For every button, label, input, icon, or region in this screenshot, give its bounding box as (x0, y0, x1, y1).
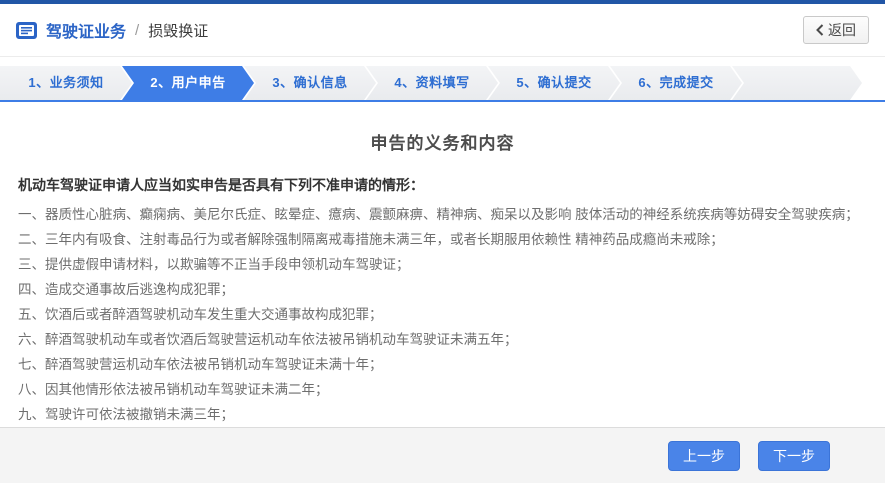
declaration-item: 五、饮酒后或者醉酒驾驶机动车发生重大交通事故构成犯罪； (18, 302, 867, 327)
declaration-item: 八、因其他情形依法被吊销机动车驾驶证未满二年； (18, 377, 867, 402)
step-tab-confirm-info[interactable]: 3、确认信息 (244, 66, 376, 100)
declaration-item: 六、醉酒驾驶机动车或者饮酒后驾驶营运机动车依法被吊销机动车驾驶证未满五年； (18, 327, 867, 352)
license-business-icon (16, 22, 37, 39)
declaration-item: 四、造成交通事故后逃逸构成犯罪； (18, 277, 867, 302)
back-button-label: 返回 (828, 20, 856, 40)
previous-step-button[interactable]: 上一步 (668, 441, 740, 471)
back-button[interactable]: 返回 (803, 16, 869, 44)
breadcrumb-root[interactable]: 驾驶证业务 (46, 18, 126, 42)
declaration-item: 二、三年内有吸食、注射毒品行为或者解除强制隔离戒毒措施未满三年，或者长期服用依赖… (18, 227, 867, 252)
step-wizard: 1、业务须知 2、用户申告 3、确认信息 4、资料填写 5、确认提交 6、完成提… (0, 66, 885, 102)
back-chevron-icon (816, 24, 824, 36)
declaration-item: 一、器质性心脏病、癫痫病、美尼尔氏症、眩晕症、癔病、震颤麻痹、精神病、痴呆以及影… (18, 202, 867, 227)
declaration-item: 三、提供虚假申请材料，以欺骗等不正当手段申领机动车驾驶证； (18, 252, 867, 277)
declaration-intro: 机动车驾驶证申请人应当如实申告是否具有下列不准申请的情形： (18, 175, 867, 195)
step-bar-tail (732, 66, 862, 100)
step-tab-finish-submit[interactable]: 6、完成提交 (610, 66, 742, 100)
declaration-item: 七、醉酒驾驶营运机动车依法被吊销机动车驾驶证未满十年； (18, 352, 867, 377)
page-title: 申告的义务和内容 (0, 129, 885, 154)
header: 驾驶证业务 / 损毁换证 返回 (0, 4, 885, 57)
step-tab-confirm-submit[interactable]: 5、确认提交 (488, 66, 620, 100)
footer-action-bar: 上一步 下一步 (0, 427, 885, 483)
step-tab-fill-materials[interactable]: 4、资料填写 (366, 66, 498, 100)
breadcrumb-current: 损毁换证 (148, 20, 208, 41)
step-tab-business-notice[interactable]: 1、业务须知 (0, 66, 132, 100)
declaration-item: 九、驾驶许可依法被撤销未满三年； (18, 402, 867, 427)
step-tab-user-declaration[interactable]: 2、用户申告 (122, 66, 254, 100)
next-step-button[interactable]: 下一步 (758, 441, 830, 471)
breadcrumb-separator: / (135, 22, 139, 39)
declaration-item-list: 一、器质性心脏病、癫痫病、美尼尔氏症、眩晕症、癔病、震颤麻痹、精神病、痴呆以及影… (18, 202, 867, 452)
declaration-notice: 机动车驾驶证申请人应当如实申告是否具有下列不准申请的情形： 一、器质性心脏病、癫… (0, 175, 885, 452)
